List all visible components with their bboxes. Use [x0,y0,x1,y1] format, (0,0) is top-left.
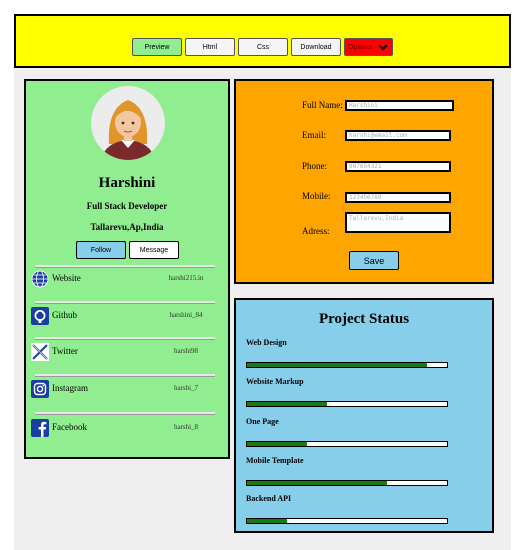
social-label: Github [52,310,78,320]
progress-bar [246,518,448,524]
options-select[interactable]: Options [344,38,393,56]
toolbar: Preview Html Css Download Options [14,14,511,68]
message-button[interactable]: Message [129,241,179,259]
profile-role: Full Stack Developer [86,201,168,211]
progress-bar [246,480,448,486]
progress-bar [246,362,448,368]
email-input[interactable]: harshi@email.com [345,130,451,141]
progress-fill [247,519,287,523]
chevron-down-icon [378,44,388,51]
phone-input[interactable]: 987654321 [345,161,451,172]
social-handle: harshi215.in [168,274,204,282]
social-handle: harshi98 [173,347,199,355]
mobile-input[interactable]: 123456789 [345,192,451,203]
progress-fill [247,363,427,367]
project-status-title: Project Status [318,311,410,327]
social-link-instagram[interactable]: Instagram harshi_7 [31,380,219,400]
divider [35,301,215,304]
project-label: Backend API [246,494,292,503]
instagram-icon [31,380,49,398]
css-button[interactable]: Css [238,38,288,56]
profile-card: Harshini Full Stack Developer Tallarevu,… [24,79,230,459]
project-status-card: Project Status Web Design Website Markup O… [234,298,494,533]
options-label: Options [348,43,373,51]
social-label: Twitter [52,346,78,356]
divider [35,412,215,415]
social-link-facebook[interactable]: Facebook harshi_8 [31,419,219,439]
profile-location: Tallarevu,Ap,India [90,222,164,232]
avatar [91,86,165,160]
mobile-label: Mobile: [302,191,331,201]
contact-form: Full Name: Harshini Email: harshi@email.… [234,79,494,284]
social-label: Website [52,273,81,283]
profile-name: Harshini [98,175,156,191]
social-handle: harshi_7 [173,384,199,392]
email-label: Email: [302,130,326,140]
fullname-input[interactable]: Harshini [345,100,454,111]
project-label: Web Design [246,338,287,347]
download-button[interactable]: Download [291,38,341,56]
project-label: Website Markup [246,377,304,386]
divider [35,265,215,268]
social-link-twitter[interactable]: Twitter harshi98 [31,343,219,363]
address-label: Adress: [302,226,330,236]
fullname-label: Full Name: [302,100,343,110]
follow-button[interactable]: Follow [76,241,126,259]
x-twitter-icon [31,343,49,361]
social-link-github[interactable]: Github harshini_84 [31,307,219,327]
social-label: Facebook [52,422,87,432]
social-handle: harshini_84 [169,311,203,319]
social-label: Instagram [52,383,88,393]
project-label: One Page [246,417,279,426]
divider [35,374,215,377]
progress-fill [247,481,387,485]
github-icon [31,307,49,325]
save-button[interactable]: Save [349,251,399,270]
html-button[interactable]: Html [185,38,235,56]
address-textarea[interactable]: Tallarevu,India [345,212,451,233]
social-handle: harshi_8 [173,423,199,431]
social-link-website[interactable]: Website harshi215.in [31,270,219,290]
progress-fill [247,402,327,406]
progress-bar [246,441,448,447]
globe-icon [31,270,49,288]
project-label: Mobile Template [246,456,304,465]
facebook-icon [31,419,49,437]
progress-bar [246,401,448,407]
progress-fill [247,442,307,446]
preview-button[interactable]: Preview [132,38,182,56]
phone-label: Phone: [302,161,328,171]
divider [35,337,215,340]
